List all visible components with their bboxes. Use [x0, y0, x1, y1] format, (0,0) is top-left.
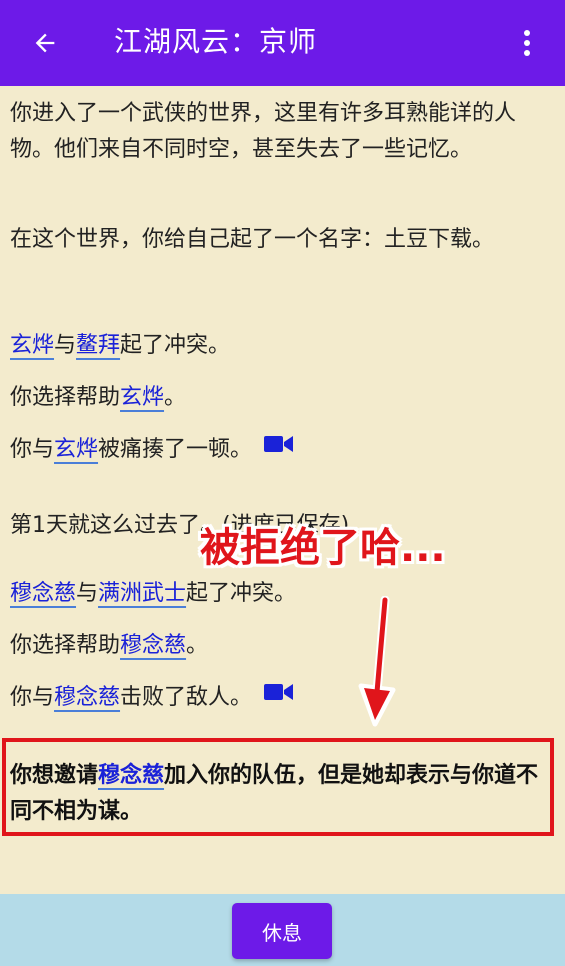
event-text: 与 — [76, 581, 99, 606]
character-link[interactable]: 穆念慈 — [98, 763, 164, 788]
event-line: 穆念慈与满洲武士起了冲突。 — [10, 576, 545, 612]
event-text: 你与 — [10, 437, 55, 462]
rest-button[interactable]: 休息 — [232, 903, 332, 959]
event-text: 。 — [164, 385, 187, 410]
event-text: 起了冲突。 — [186, 581, 297, 606]
event-line: 你与玄烨被痛揍了一顿。 — [10, 432, 545, 468]
event-text: 被痛揍了一顿。 — [98, 437, 253, 462]
event-line: 玄烨与鳌拜起了冲突。 — [10, 328, 545, 364]
bottom-action-bar: 休息 — [0, 894, 565, 966]
story-intro-1: 你进入了一个武侠的世界，这里有许多耳熟能详的人物。他们来自不同时空，甚至失去了一… — [10, 101, 517, 162]
event-line: 你与穆念慈击败了敌人。 — [10, 680, 545, 716]
video-replay-button[interactable] — [264, 430, 294, 466]
story-log[interactable]: 你进入了一个武侠的世界，这里有许多耳熟能详的人物。他们来自不同时空，甚至失去了一… — [0, 86, 565, 894]
annotation-caption: 被拒绝了哈... — [200, 525, 446, 571]
arrow-left-icon — [35, 33, 55, 53]
back-button[interactable] — [26, 24, 64, 62]
more-options-button[interactable] — [517, 24, 537, 62]
invite-result: 你想邀请穆念慈加入你的队伍，但是她却表示与你道不同不相为谋。 — [10, 758, 550, 830]
event-text: 击败了敌人。 — [120, 685, 253, 710]
page-title: 江湖风云：京师 — [114, 25, 318, 58]
event-line: 你选择帮助穆念慈。 — [10, 628, 545, 664]
character-link[interactable]: 穆念慈 — [54, 685, 120, 710]
event-line: 你选择帮助玄烨。 — [10, 380, 545, 416]
character-link[interactable]: 穆念慈 — [120, 633, 186, 658]
event-text: 。 — [186, 633, 209, 658]
event-text: 你想邀请 — [10, 763, 99, 788]
character-link[interactable]: 玄烨 — [120, 385, 164, 410]
event-text: 你选择帮助 — [10, 633, 121, 658]
video-camera-icon — [264, 436, 294, 452]
video-replay-button[interactable] — [264, 678, 294, 714]
event-text: 与 — [54, 333, 77, 358]
character-link[interactable]: 穆念慈 — [10, 581, 76, 606]
app-bar: 江湖风云：京师 — [0, 0, 565, 86]
more-vertical-icon — [524, 30, 530, 56]
character-link[interactable]: 鳌拜 — [76, 333, 120, 358]
event-text: 起了冲突。 — [120, 333, 231, 358]
story-intro-2: 在这个世界，你给自己起了一个名字：土豆下载。 — [10, 227, 495, 252]
character-link[interactable]: 玄烨 — [54, 437, 98, 462]
character-link[interactable]: 玄烨 — [10, 333, 54, 358]
character-link[interactable]: 满洲武士 — [98, 581, 186, 606]
event-text: 你与 — [10, 685, 55, 710]
video-camera-icon — [264, 684, 294, 700]
event-text: 你选择帮助 — [10, 385, 121, 410]
annotation-arrow-icon — [358, 596, 396, 727]
